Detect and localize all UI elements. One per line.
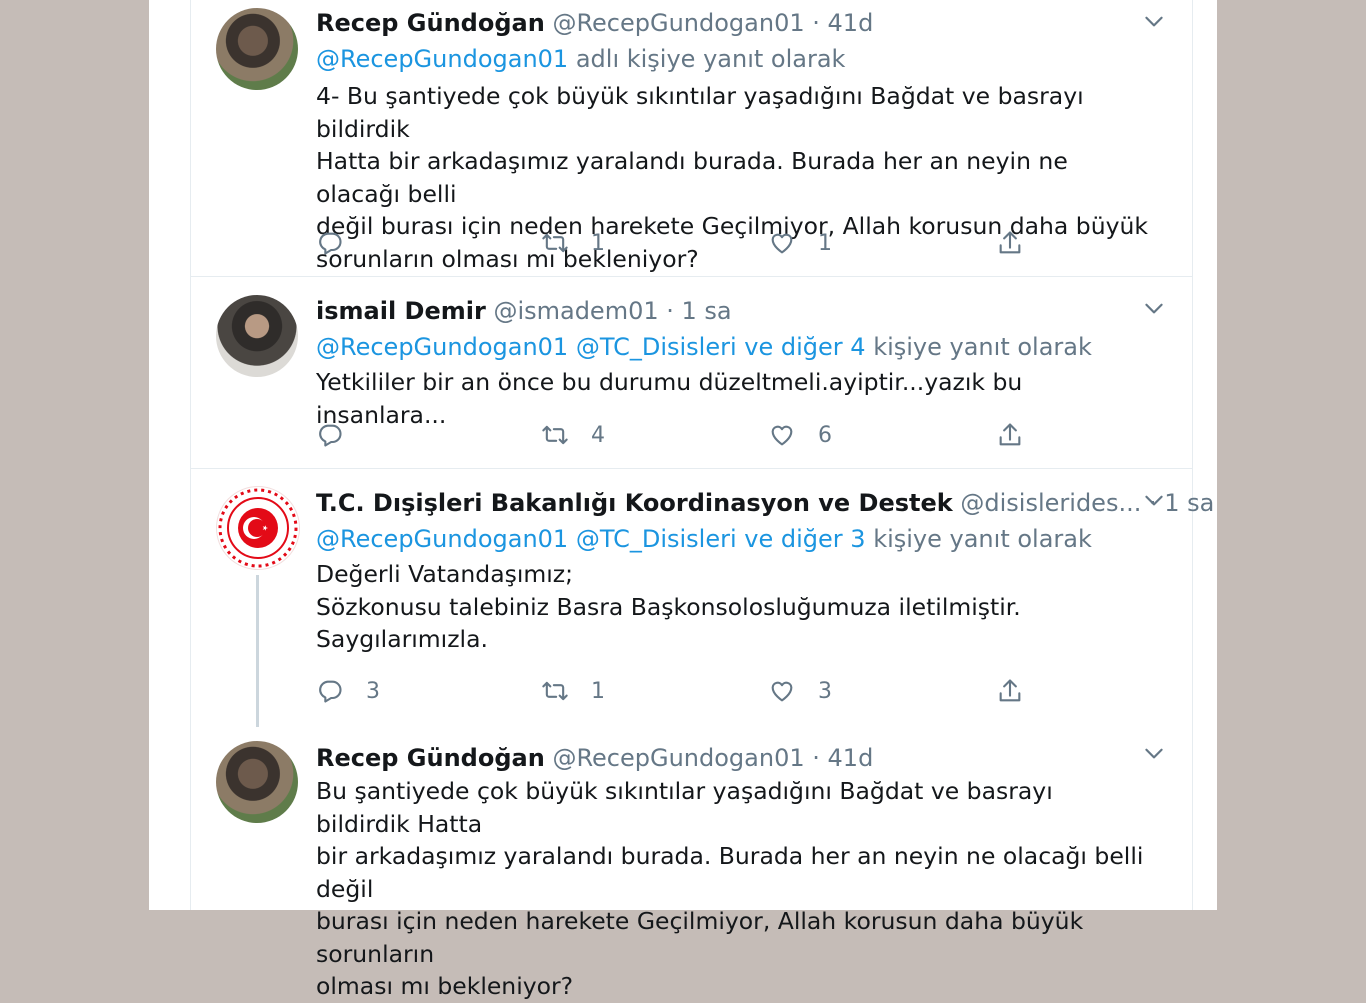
tweet-time[interactable]: · 1 sa (666, 297, 731, 325)
turkish-flag-logo (218, 488, 298, 568)
avatar[interactable] (216, 295, 298, 377)
user-name[interactable]: T.C. Dışişleri Bakanlığı Koordinasyon ve… (316, 489, 953, 517)
like-count: 3 (818, 678, 832, 704)
tweet-header: Recep Gündoğan @RecepGundogan01 · 41d (316, 8, 1152, 38)
share-icon (996, 421, 1024, 449)
text-line: olması mı bekleniyor? (316, 972, 574, 1000)
tweet-text: Bu şantiyede çok büyük sıkıntılar yaşadı… (316, 775, 1152, 1003)
tweet-text: Değerli Vatandaşımız; Sözkonusu talebini… (316, 558, 1152, 656)
reply-icon (316, 229, 344, 257)
text-line: Değerli Vatandaşımız; (316, 560, 574, 588)
mention-link[interactable]: @RecepGundogan01 (316, 333, 568, 361)
text-line: Hatta bir arkadaşımız yaralandı burada. … (316, 147, 1068, 208)
reply-button[interactable] (316, 225, 366, 261)
reply-icon (316, 421, 344, 449)
reply-button[interactable] (316, 417, 366, 453)
tweet-header: T.C. Dışişleri Bakanlığı Koordinasyon ve… (316, 488, 1214, 518)
chevron-down-icon[interactable] (1141, 8, 1167, 34)
like-button[interactable]: 3 (768, 673, 832, 709)
share-button[interactable] (996, 417, 1024, 453)
text-line: bir arkadaşımız yaralandı burada. Burada… (316, 842, 1144, 903)
tweet-time[interactable]: · 41d (812, 9, 873, 37)
reply-button[interactable]: 3 (316, 673, 380, 709)
like-icon (768, 229, 796, 257)
reply-suffix: kişiye yanıt olarak (873, 333, 1092, 361)
chevron-down-icon[interactable] (1141, 295, 1167, 321)
tweet-header: ismail Demir @ismadem01 · 1 sa (316, 296, 1152, 326)
retweet-button[interactable]: 1 (541, 673, 605, 709)
retweet-count: 1 (591, 230, 605, 256)
mention-link[interactable]: @TC_Disisleri (576, 333, 737, 361)
tweet-time[interactable]: · 41d (812, 744, 873, 772)
tweet-actions: 1 1 (316, 225, 1076, 261)
user-handle[interactable]: @ismadem01 (493, 297, 658, 325)
retweet-icon (541, 677, 569, 705)
tweet[interactable]: T.C. Dışişleri Bakanlığı Koordinasyon ve… (191, 469, 1214, 734)
user-name[interactable]: ismail Demir (316, 297, 486, 325)
like-icon (768, 677, 796, 705)
like-button[interactable]: 6 (768, 417, 832, 453)
tweet-header: Recep Gündoğan @RecepGundogan01 · 41d (316, 743, 1152, 773)
mention-link[interactable]: @RecepGundogan01 (316, 45, 568, 73)
share-button[interactable] (996, 225, 1024, 261)
share-icon (996, 677, 1024, 705)
like-count: 1 (818, 230, 832, 256)
others-link[interactable]: ve diğer 4 (744, 333, 865, 361)
user-handle[interactable]: @RecepGundogan01 (552, 9, 804, 37)
retweet-count: 4 (591, 422, 605, 448)
avatar[interactable] (216, 741, 298, 823)
retweet-button[interactable]: 1 (541, 225, 605, 261)
text-line: Sözkonusu talebiniz Basra Başkonsolosluğ… (316, 592, 1021, 621)
reply-count: 3 (366, 678, 380, 704)
avatar[interactable] (216, 8, 298, 90)
retweet-button[interactable]: 4 (541, 417, 605, 453)
reply-context: @RecepGundogan01 @TC_Disisleri ve diğer … (316, 332, 1152, 362)
tweet-actions: 3 1 3 (316, 673, 1076, 709)
user-handle[interactable]: @disislerides... (960, 489, 1141, 517)
thread-line (256, 575, 259, 727)
share-icon (996, 229, 1024, 257)
reply-context: @RecepGundogan01 @TC_Disisleri ve diğer … (316, 524, 1152, 554)
user-handle[interactable]: @RecepGundogan01 (552, 744, 804, 772)
tweet[interactable]: Recep Gündoğan @RecepGundogan01 · 41d @R… (191, 0, 1192, 277)
mention-link[interactable]: @RecepGundogan01 (316, 525, 568, 553)
tweet-timeline: Recep Gündoğan @RecepGundogan01 · 41d @R… (190, 0, 1214, 1000)
reply-suffix: adlı kişiye yanıt olarak (575, 45, 846, 73)
text-line: burası için neden harekete Geçilmiyor, A… (316, 907, 1084, 968)
chevron-down-icon[interactable] (1141, 740, 1167, 766)
mention-link[interactable]: @TC_Disisleri (576, 525, 737, 553)
user-name[interactable]: Recep Gündoğan (316, 744, 545, 772)
chevron-down-icon[interactable] (1141, 487, 1167, 513)
text-line: Bu şantiyede çok büyük sıkıntılar yaşadı… (316, 777, 1053, 838)
retweet-count: 1 (591, 678, 605, 704)
tweet[interactable]: ismail Demir @ismadem01 · 1 sa @RecepGun… (191, 277, 1192, 469)
text-line: Saygılarımızla. (316, 625, 488, 653)
reply-context: @RecepGundogan01 adlı kişiye yanıt olara… (316, 44, 1152, 74)
reply-suffix: kişiye yanıt olarak (873, 525, 1092, 553)
tweet[interactable]: Recep Gündoğan @RecepGundogan01 · 41d Bu… (191, 734, 1192, 1000)
like-button[interactable]: 1 (768, 225, 832, 261)
retweet-icon (541, 421, 569, 449)
avatar[interactable] (216, 486, 300, 570)
user-name[interactable]: Recep Gündoğan (316, 9, 545, 37)
share-button[interactable] (996, 673, 1024, 709)
retweet-icon (541, 229, 569, 257)
like-count: 6 (818, 422, 832, 448)
tweet-actions: 4 6 (316, 417, 1076, 453)
reply-icon (316, 677, 344, 705)
others-link[interactable]: ve diğer 3 (744, 525, 865, 553)
like-icon (768, 421, 796, 449)
text-line: 4- Bu şantiyede çok büyük sıkıntılar yaş… (316, 82, 1084, 143)
